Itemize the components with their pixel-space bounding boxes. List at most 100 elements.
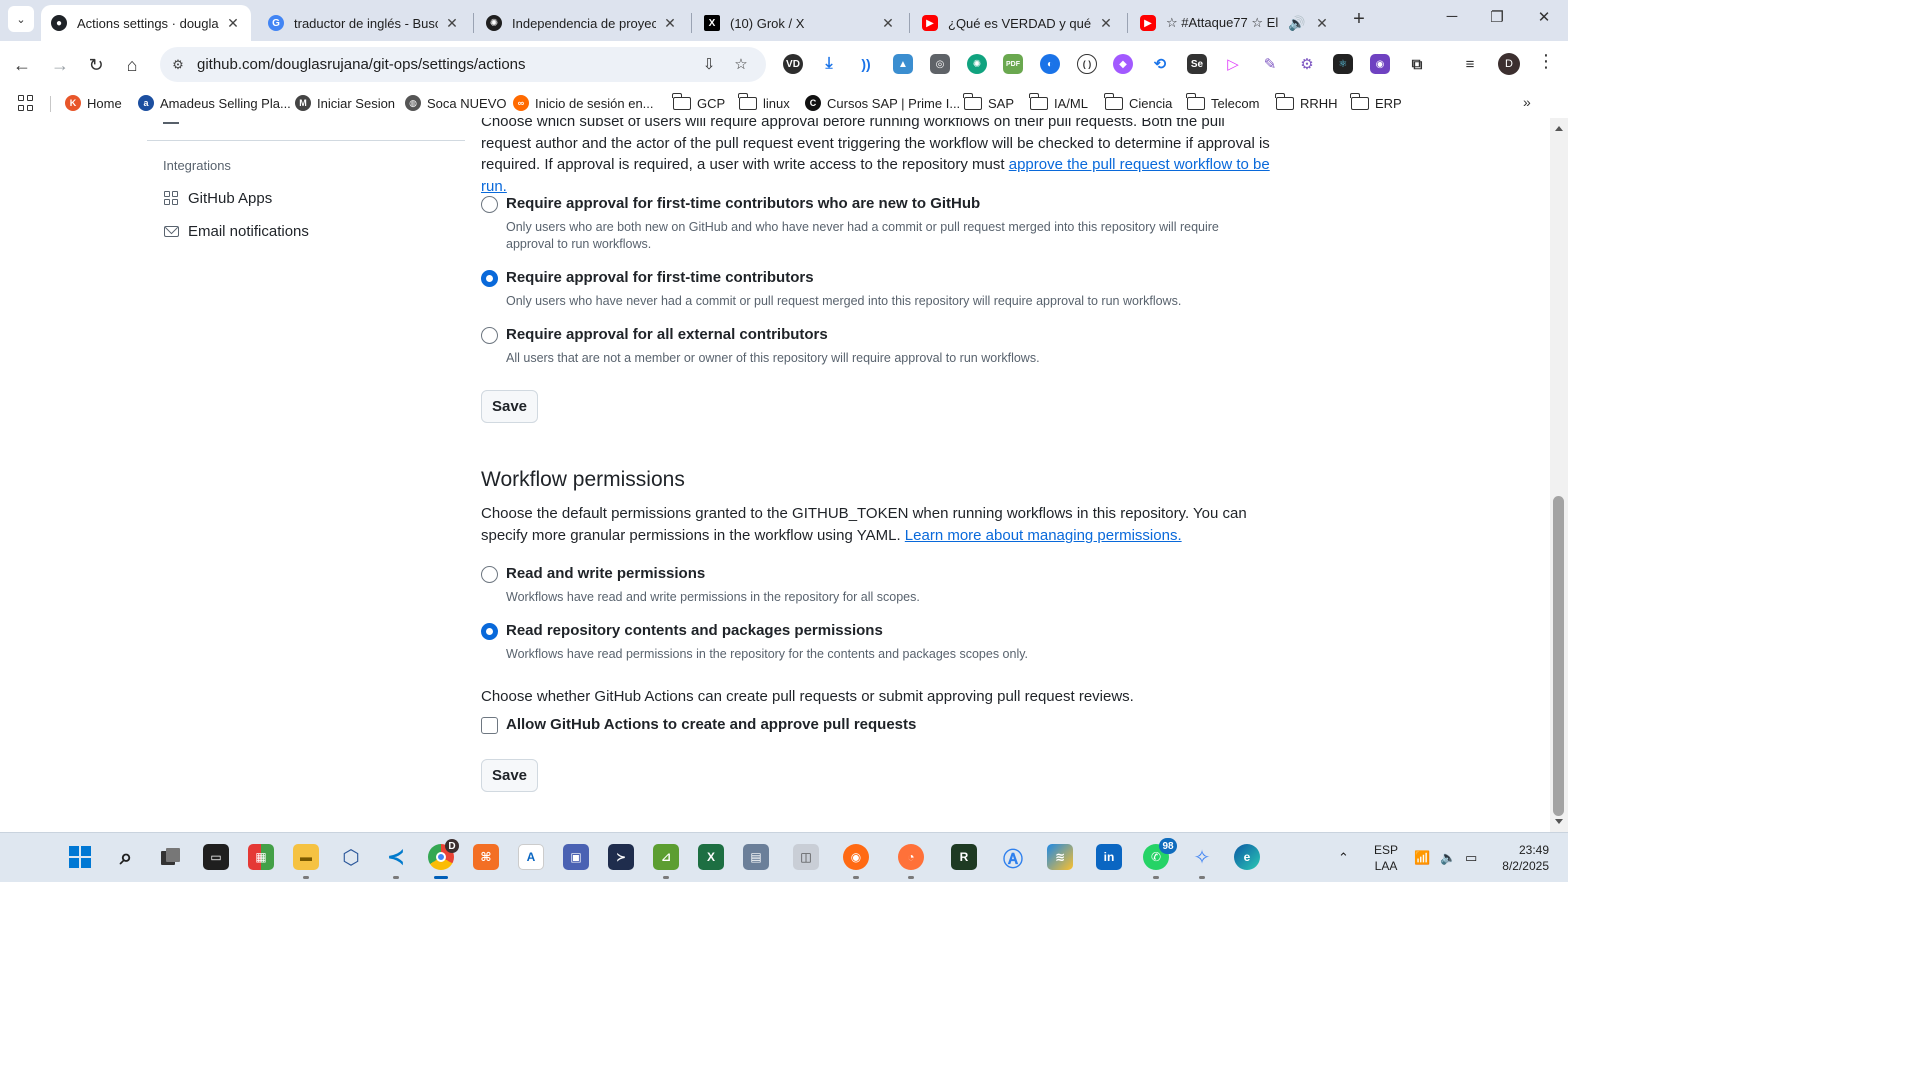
forward-button[interactable]: →: [48, 53, 72, 77]
task-view-icon[interactable]: [158, 844, 184, 870]
extensions-puzzle-icon[interactable]: ⧉: [1407, 54, 1427, 74]
battery-icon[interactable]: ▭: [1465, 833, 1477, 883]
tab-grok[interactable]: X (10) Grok / X ✕: [694, 5, 906, 41]
file-explorer-icon[interactable]: ▬: [293, 844, 319, 879]
install-app-icon[interactable]: ⇩: [698, 55, 720, 75]
app-stripes-icon[interactable]: ≋: [1047, 844, 1073, 870]
radio-button[interactable]: [481, 566, 498, 583]
allow-pr-checkbox[interactable]: [481, 717, 498, 734]
app-chart-icon[interactable]: ⊿: [653, 844, 679, 879]
extension-pdf-icon[interactable]: PDF: [1003, 54, 1023, 74]
bookmark-iniciar-sesion[interactable]: M Iniciar Sesion: [295, 94, 395, 112]
language-indicator[interactable]: ESP LAA: [1374, 842, 1398, 874]
linkedin-icon[interactable]: in: [1096, 844, 1122, 870]
bookmark-folder-telecom[interactable]: Telecom: [1186, 92, 1259, 112]
back-button[interactable]: ←: [10, 53, 34, 77]
speaker-icon[interactable]: 🔊: [1288, 15, 1305, 32]
clock[interactable]: 23:49 8/2/2025: [1493, 842, 1549, 874]
whatsapp-icon[interactable]: ✆ 98: [1143, 838, 1177, 879]
download-icon[interactable]: ⤓: [819, 54, 839, 74]
bookmark-folder-ciencia[interactable]: Ciencia: [1104, 92, 1172, 112]
bookmark-folder-erp[interactable]: ERP: [1350, 92, 1402, 112]
tab-youtube-attaque77[interactable]: ▶ ☆ #Attaque77 ☆ El cie 🔊 ✕: [1130, 5, 1340, 41]
extension-gear-icon[interactable]: ⚙: [1297, 54, 1317, 74]
extension-chat-icon[interactable]: ◉: [1370, 54, 1390, 74]
excel-icon[interactable]: X: [698, 844, 724, 870]
extension-vd-icon[interactable]: VD: [783, 54, 803, 74]
tab-google-search[interactable]: G traductor de inglés - Busca ✕: [258, 5, 470, 41]
volume-icon[interactable]: 🔈: [1440, 833, 1456, 883]
close-tab-icon[interactable]: ✕: [1098, 15, 1114, 32]
app-globe-icon[interactable]: ◉: [843, 844, 869, 879]
tab-chatgpt[interactable]: ✺ Independencia de proyecto ✕: [476, 5, 688, 41]
apps-grid-icon[interactable]: [18, 95, 34, 111]
extension-toolbox-icon[interactable]: ▲: [893, 54, 913, 74]
extension-selenium-icon[interactable]: Se: [1187, 54, 1207, 74]
close-tab-icon[interactable]: ✕: [662, 15, 678, 32]
minimize-button[interactable]: ─: [1437, 8, 1467, 25]
restore-button[interactable]: ❐: [1482, 8, 1512, 26]
bookmark-folder-rrhh[interactable]: RRHH: [1275, 92, 1338, 112]
close-tab-icon[interactable]: ✕: [225, 15, 241, 32]
close-window-button[interactable]: ✕: [1529, 8, 1559, 26]
sidebar-item-github-apps[interactable]: GitHub Apps: [163, 187, 272, 209]
address-bar[interactable]: ⚙ github.com/douglasrujana/git-ops/setti…: [160, 47, 766, 82]
terminal-icon[interactable]: ▭: [203, 844, 229, 870]
bookmark-amadeus[interactable]: a Amadeus Selling Pla...: [138, 94, 291, 112]
home-button[interactable]: ⌂: [120, 53, 144, 77]
windows-start-icon[interactable]: [67, 844, 93, 870]
chrome-icon[interactable]: D: [428, 839, 459, 879]
managing-permissions-link[interactable]: Learn more about managing permissions.: [905, 527, 1182, 544]
vscode-icon[interactable]: ≺: [383, 844, 409, 879]
app-monitor-icon[interactable]: ▣: [563, 844, 589, 870]
app-a-logo-icon[interactable]: Ⓐ: [1000, 844, 1026, 871]
search-icon[interactable]: ⌕: [113, 844, 139, 870]
bookmark-cursos-sap[interactable]: C Cursos SAP | Prime I...: [805, 94, 960, 112]
radio-button[interactable]: [481, 327, 498, 344]
bookmark-soca-nuevo[interactable]: ◍ Soca NUEVO: [405, 94, 506, 112]
read-aloud-icon[interactable]: )): [856, 54, 876, 74]
extension-chatgpt-icon[interactable]: ✺: [967, 54, 987, 74]
save-permissions-button[interactable]: Save: [481, 759, 538, 792]
browser-menu-icon[interactable]: ⋮: [1537, 51, 1555, 72]
site-info-icon[interactable]: ⚙: [168, 55, 188, 75]
media-control-icon[interactable]: ≡: [1460, 54, 1480, 74]
radio-button-checked[interactable]: [481, 270, 498, 287]
tab-youtube-verdad[interactable]: ▶ ¿Qué es VERDAD y qué es ✕: [912, 5, 1124, 41]
url-text[interactable]: github.com/douglasrujana/git-ops/setting…: [197, 56, 526, 73]
tab-search-button[interactable]: ⌄: [8, 6, 34, 32]
close-tab-icon[interactable]: ✕: [1314, 15, 1330, 32]
app-a-icon[interactable]: A: [518, 844, 544, 870]
extension-circle-icon[interactable]: ◐: [1040, 54, 1060, 74]
new-tab-button[interactable]: +: [1348, 8, 1370, 31]
scrollbar-thumb[interactable]: [1553, 496, 1564, 816]
app-orange-icon[interactable]: ⌘: [473, 844, 499, 870]
bookmark-folder-ia-ml[interactable]: IA/ML: [1029, 92, 1088, 112]
extension-react-icon[interactable]: ⚛: [1333, 54, 1353, 74]
scroll-down-icon[interactable]: [1555, 819, 1563, 824]
app-rk-icon[interactable]: R: [951, 844, 977, 870]
extension-code-icon[interactable]: ( ): [1077, 54, 1097, 74]
bookmark-folder-sap[interactable]: SAP: [963, 92, 1014, 112]
tab-actions-settings[interactable]: ● Actions settings · douglasru ✕: [41, 5, 251, 41]
close-tab-icon[interactable]: ✕: [880, 15, 896, 32]
app-window-icon[interactable]: ◫: [793, 844, 819, 870]
extension-play-icon[interactable]: ▷: [1223, 54, 1243, 74]
calculator-icon[interactable]: ▤: [743, 844, 769, 870]
extension-color-icon[interactable]: ◆: [1113, 54, 1133, 74]
virtualbox-icon[interactable]: ⬡: [338, 844, 364, 870]
firefox-icon[interactable]: ◔: [898, 844, 924, 879]
radio-button[interactable]: [481, 196, 498, 213]
bookmark-inicio-sesion[interactable]: ∞ Inicio de sesión en...: [513, 94, 654, 112]
extension-capture-icon[interactable]: ◎: [930, 54, 950, 74]
sidebar-item-email-notifications[interactable]: Email notifications: [163, 220, 309, 242]
bookmark-home[interactable]: K Home: [65, 94, 122, 112]
scroll-up-icon[interactable]: [1555, 126, 1563, 131]
close-tab-icon[interactable]: ✕: [444, 15, 460, 32]
radio-button-checked[interactable]: [481, 623, 498, 640]
reload-button[interactable]: ↻: [84, 53, 108, 77]
wifi-icon[interactable]: 📶: [1414, 833, 1430, 883]
bookmark-star-icon[interactable]: ☆: [730, 55, 752, 75]
app-colorful-icon[interactable]: ▦: [248, 844, 274, 870]
tray-overflow-icon[interactable]: ⌃: [1338, 833, 1349, 883]
